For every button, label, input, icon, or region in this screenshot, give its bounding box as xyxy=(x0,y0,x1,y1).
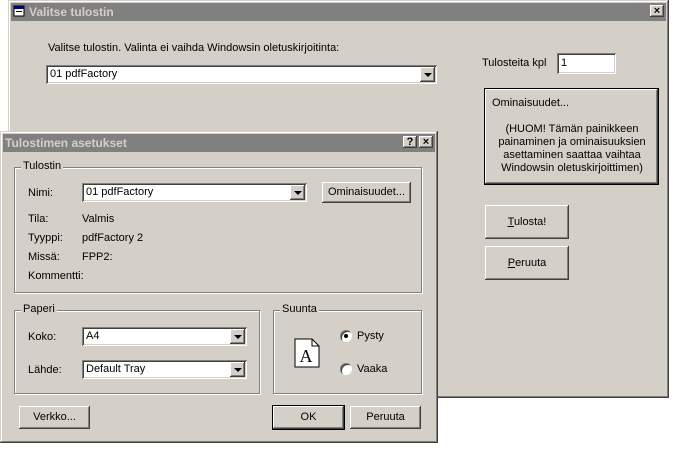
landscape-radio[interactable] xyxy=(340,363,352,375)
comment-label: Kommentti: xyxy=(28,270,84,282)
copies-label: Tulosteita kpl xyxy=(482,57,547,69)
printer-name-label: Nimi: xyxy=(28,187,54,199)
window-app-icon xyxy=(13,5,25,17)
close-icon[interactable]: × xyxy=(650,5,664,17)
printer-select-value: 01 pdfFactory xyxy=(50,68,118,80)
where-label: Missä: xyxy=(28,251,60,263)
portrait-radio[interactable] xyxy=(340,330,352,342)
chevron-down-icon[interactable] xyxy=(290,185,305,200)
status-label: Tila: xyxy=(28,213,49,225)
properties-button[interactable]: Ominaisuudet... (HUOM! Tämän painikkeen … xyxy=(485,89,658,184)
print-button[interactable]: Tulosta! xyxy=(485,205,569,239)
portrait-label[interactable]: Pysty xyxy=(357,330,384,342)
main-cancel-button[interactable]: Peruuta xyxy=(485,246,569,280)
status-value: Valmis xyxy=(82,213,115,225)
landscape-label[interactable]: Vaaka xyxy=(357,363,387,375)
printer-name-value: 01 pdfFactory xyxy=(86,186,154,198)
chevron-down-icon[interactable] xyxy=(420,67,435,82)
printer-setup-dialog: Tulostimen asetukset ? × Tulostin Nimi: … xyxy=(0,131,438,443)
copies-input[interactable]: 1 xyxy=(557,53,616,74)
printer-group: Tulostin Nimi: 01 pdfFactory Ominaisuude… xyxy=(14,160,422,293)
paper-group: Paperi Koko: A4 Lähde: Default Tray xyxy=(14,303,260,394)
paper-source-label: Lähde: xyxy=(28,364,62,376)
printer-name-select[interactable]: 01 pdfFactory xyxy=(82,183,307,202)
orientation-group: Suunta A Pysty Vaaka xyxy=(273,303,422,394)
paper-size-value: A4 xyxy=(86,330,100,342)
portrait-page-icon: A xyxy=(294,338,320,368)
printer-instruction: Valitse tulostin. Valinta ei vaihda Wind… xyxy=(48,42,340,54)
paper-source-value: Default Tray xyxy=(86,363,146,375)
main-cancel-label: eruuta xyxy=(515,257,547,269)
printer-properties-button[interactable]: Ominaisuudet... xyxy=(322,182,411,203)
chevron-down-icon[interactable] xyxy=(230,329,245,344)
help-icon[interactable]: ? xyxy=(403,136,417,148)
main-cancel-mnemonic: P xyxy=(507,257,516,269)
paper-source-select[interactable]: Default Tray xyxy=(82,360,247,379)
paper-size-label: Koko: xyxy=(28,331,57,343)
printer-group-title: Tulostin xyxy=(21,160,64,172)
orientation-group-title: Suunta xyxy=(280,303,319,315)
ok-button[interactable]: OK xyxy=(273,406,344,429)
network-button[interactable]: Verkko... xyxy=(19,406,90,429)
where-value: FPP2: xyxy=(82,251,113,263)
properties-button-title: Ominaisuudet... xyxy=(492,97,570,109)
close-icon[interactable]: × xyxy=(419,136,433,148)
print-button-label: ulosta! xyxy=(513,216,547,228)
printer-select[interactable]: 01 pdfFactory xyxy=(46,65,437,84)
setup-cancel-button[interactable]: Peruuta xyxy=(350,406,421,429)
chevron-down-icon[interactable] xyxy=(230,362,245,377)
portrait-icon-letter: A xyxy=(300,346,313,366)
printer-setup-title: Tulostimen asetukset xyxy=(5,136,127,150)
select-printer-titlebar[interactable]: Valitse tulostin × xyxy=(11,3,666,21)
printer-setup-titlebar[interactable]: Tulostimen asetukset ? × xyxy=(3,134,435,152)
paper-size-select[interactable]: A4 xyxy=(82,327,247,346)
paper-group-title: Paperi xyxy=(21,303,57,315)
type-label: Tyyppi: xyxy=(28,232,63,244)
copies-value: 1 xyxy=(561,57,568,69)
select-printer-title: Valitse tulostin xyxy=(29,5,114,19)
type-value: pdfFactory 2 xyxy=(82,232,144,244)
properties-button-note: (HUOM! Tämän painikkeen painaminen ja om… xyxy=(498,123,646,174)
